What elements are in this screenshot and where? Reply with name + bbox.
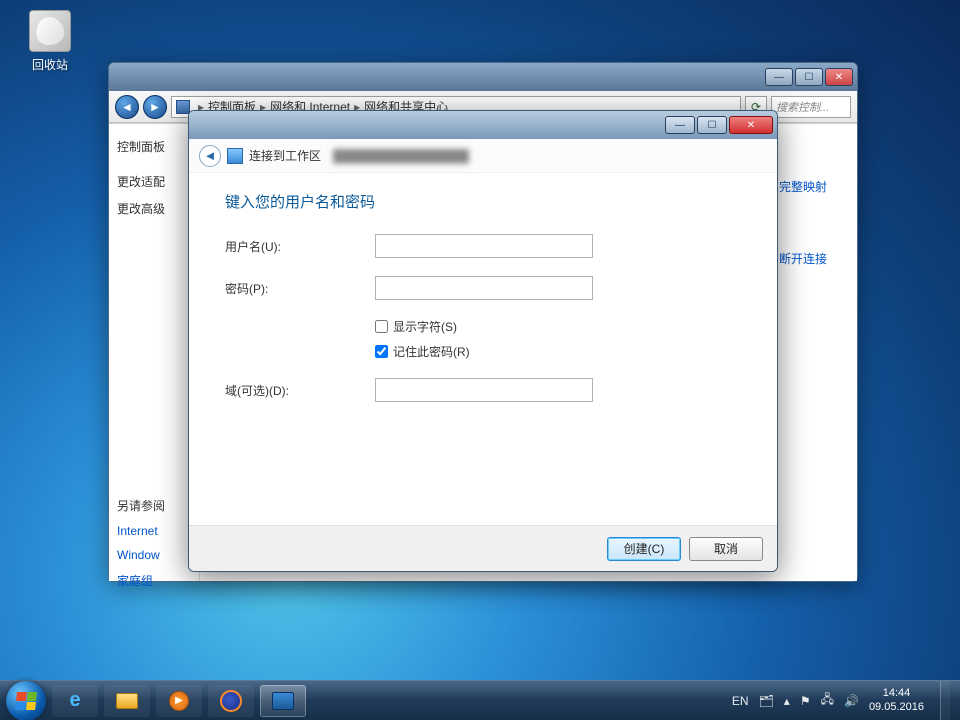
dialog-minimize-button[interactable]: — xyxy=(665,116,695,134)
see-also-item[interactable]: Internet xyxy=(117,524,191,538)
dialog-footer: 创建(C) 取消 xyxy=(189,525,777,571)
domain-input[interactable] xyxy=(375,378,593,402)
show-chars-label: 显示字符(S) xyxy=(393,318,457,335)
wizard-back-button[interactable]: ◄ xyxy=(199,145,221,167)
taskbar-media-player[interactable]: ▶ xyxy=(156,685,202,717)
windows-logo-icon xyxy=(15,692,37,710)
explorer-titlebar: — ☐ ✕ xyxy=(109,63,857,91)
recycle-bin-icon xyxy=(29,10,71,52)
sidebar-item[interactable]: 更改高级 xyxy=(117,200,191,217)
dialog-subtitle-blurred: ████████████████ xyxy=(333,149,469,163)
nav-forward-button[interactable]: ► xyxy=(143,95,167,119)
sidebar-heading: 控制面板 xyxy=(117,138,191,155)
sidebar-item[interactable]: 更改适配 xyxy=(117,173,191,190)
language-indicator[interactable]: EN xyxy=(732,694,749,708)
see-also-heading: 另请参阅 xyxy=(117,497,191,514)
explorer-close-button[interactable]: ✕ xyxy=(825,68,853,86)
ie-icon: e xyxy=(69,689,80,712)
taskbar-ie[interactable]: e xyxy=(52,685,98,717)
connect-workplace-dialog: — ☐ ✕ ◄ 连接到工作区 ████████████████ 键入您的用户名和… xyxy=(188,110,778,572)
dialog-header: ◄ 连接到工作区 ████████████████ xyxy=(189,139,777,173)
explorer-minimize-button[interactable]: — xyxy=(765,68,793,86)
system-tray: EN 🗂 ▴ ⚑ 🖧 🔊 14:44 09.05.2016 xyxy=(732,681,954,720)
username-input[interactable] xyxy=(375,234,593,258)
see-also-item[interactable]: 家庭组 xyxy=(117,572,191,589)
recycle-bin-label: 回收站 xyxy=(20,56,80,73)
dialog-titlebar: — ☐ ✕ xyxy=(189,111,777,139)
folder-icon xyxy=(116,693,138,709)
tray-flag-icon[interactable]: ⚑ xyxy=(800,694,811,708)
show-desktop-button[interactable] xyxy=(940,681,950,720)
taskbar-network-center[interactable] xyxy=(260,685,306,717)
username-label: 用户名(U): xyxy=(225,238,375,255)
show-chars-checkbox[interactable] xyxy=(375,320,388,333)
tray-network-icon[interactable]: 🖧 xyxy=(821,690,834,711)
firefox-icon xyxy=(220,690,242,712)
see-also-item[interactable]: Window xyxy=(117,548,191,562)
clock-time: 14:44 xyxy=(869,687,924,701)
explorer-sidebar: 控制面板 更改适配 更改高级 另请参阅 Internet Window 家庭组 xyxy=(109,124,199,581)
explorer-maximize-button[interactable]: ☐ xyxy=(795,68,823,86)
taskbar-clock[interactable]: 14:44 09.05.2016 xyxy=(869,687,924,715)
link-full-map[interactable]: 完整映射 xyxy=(779,178,827,195)
password-input[interactable] xyxy=(375,276,593,300)
nav-back-button[interactable]: ◄ xyxy=(115,95,139,119)
cancel-button[interactable]: 取消 xyxy=(689,537,763,561)
taskbar-explorer[interactable] xyxy=(104,685,150,717)
breadcrumb-root-icon xyxy=(176,100,190,114)
taskbar: e ▶ EN 🗂 ▴ ⚑ 🖧 🔊 14:44 09.05.2016 xyxy=(0,680,960,720)
create-button[interactable]: 创建(C) xyxy=(607,537,681,561)
domain-label: 域(可选)(D): xyxy=(225,382,375,399)
wizard-icon xyxy=(227,148,243,164)
network-icon xyxy=(272,692,294,710)
tray-up-icon[interactable]: ▴ xyxy=(784,694,790,708)
clock-date: 09.05.2016 xyxy=(869,701,924,715)
explorer-search-input[interactable]: 搜索控制... xyxy=(771,96,851,118)
dialog-close-button[interactable]: ✕ xyxy=(729,116,773,134)
media-player-icon: ▶ xyxy=(169,691,189,711)
dialog-maximize-button[interactable]: ☐ xyxy=(697,116,727,134)
taskbar-firefox[interactable] xyxy=(208,685,254,717)
start-button[interactable] xyxy=(6,681,46,720)
tray-battery-icon[interactable]: 🗂 xyxy=(759,694,774,708)
link-disconnect[interactable]: 断开连接 xyxy=(779,250,827,267)
remember-password-label: 记住此密码(R) xyxy=(393,343,470,360)
dialog-title: 连接到工作区 xyxy=(249,147,321,164)
tray-sound-icon[interactable]: 🔊 xyxy=(844,694,859,708)
password-label: 密码(P): xyxy=(225,280,375,297)
remember-password-checkbox[interactable] xyxy=(375,345,388,358)
desktop-recycle-bin[interactable]: 回收站 xyxy=(20,10,80,73)
dialog-heading: 键入您的用户名和密码 xyxy=(225,191,741,212)
